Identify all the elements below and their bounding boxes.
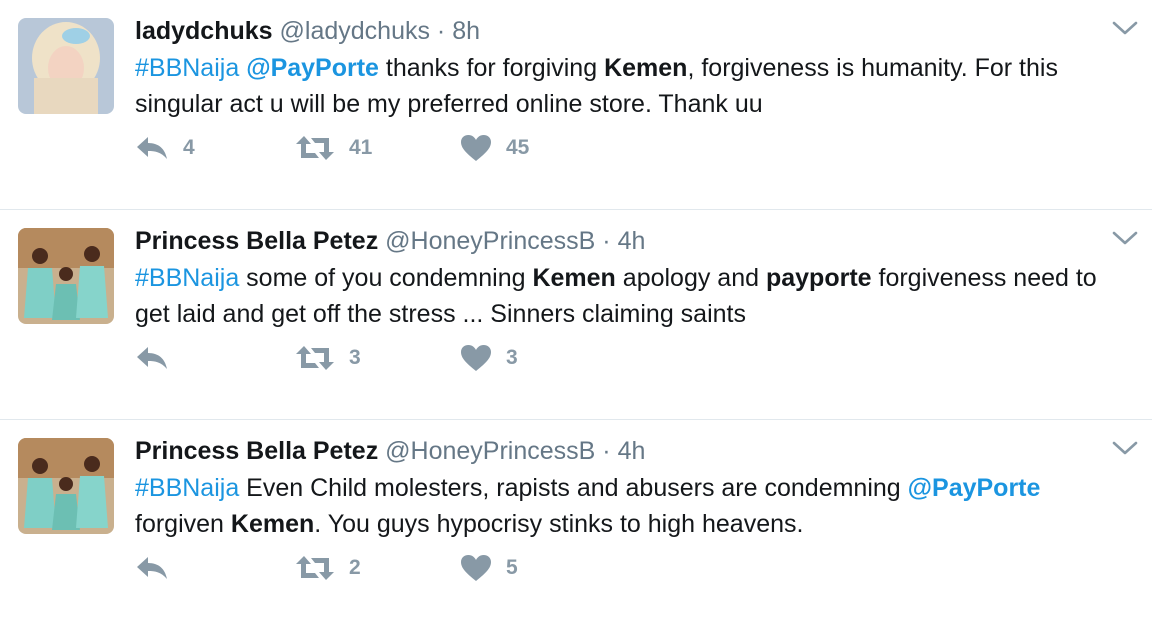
display-name[interactable]: ladydchuks xyxy=(135,17,273,45)
separator-dot: · xyxy=(602,227,618,255)
tweet-text-segment: Kemen xyxy=(532,264,616,292)
timestamp[interactable]: 4h xyxy=(618,227,646,255)
tweet-text-segment: some of you condemning xyxy=(239,264,533,292)
chevron-down-icon[interactable] xyxy=(1112,20,1138,36)
tweet-text-segment: thanks for forgiving xyxy=(378,54,605,82)
chevron-down-icon[interactable] xyxy=(1112,440,1138,456)
retweet-count: 3 xyxy=(349,346,361,369)
username[interactable]: @HoneyPrincessB xyxy=(385,227,595,255)
username[interactable]: @ladydchuks xyxy=(280,17,430,45)
avatar[interactable] xyxy=(18,228,114,324)
like-button[interactable]: 45 xyxy=(460,134,580,162)
separator-dot: · xyxy=(602,437,618,465)
hashtag-link[interactable]: #BBNaija xyxy=(135,54,239,82)
tweet-actions: 3 3 xyxy=(135,344,580,372)
reply-icon xyxy=(137,347,167,369)
like-count: 45 xyxy=(506,136,530,159)
timestamp[interactable]: 8h xyxy=(452,17,480,45)
tweet-content: ladydchuks @ladydchuks · 8h #BBNaija @Pa… xyxy=(135,14,1112,122)
retweet-button[interactable]: 3 xyxy=(295,344,460,372)
heart-icon xyxy=(461,345,491,371)
tweet-text-segment: apology and xyxy=(615,264,766,292)
hashtag-link[interactable]: #BBNaija xyxy=(135,474,239,502)
reply-icon xyxy=(137,137,167,159)
like-button[interactable]: 3 xyxy=(460,344,580,372)
timestamp[interactable]: 4h xyxy=(618,437,646,465)
retweet-icon xyxy=(296,556,334,580)
avatar[interactable] xyxy=(18,18,114,114)
retweet-count: 2 xyxy=(349,556,361,579)
tweet-actions: 4 41 45 xyxy=(135,134,580,162)
tweet-text: #BBNaija Even Child molesters, rapists a… xyxy=(135,470,1112,542)
retweet-count: 41 xyxy=(349,136,373,159)
username[interactable]: @HoneyPrincessB xyxy=(385,437,595,465)
reply-button[interactable] xyxy=(135,554,295,582)
retweet-icon xyxy=(296,136,334,160)
like-count: 3 xyxy=(506,346,518,369)
reply-button[interactable]: 4 xyxy=(135,134,295,162)
tweet[interactable]: Princess Bella Petez @HoneyPrincessB · 4… xyxy=(0,420,1152,630)
tweet-text: #BBNaija some of you condemning Kemen ap… xyxy=(135,260,1112,332)
hashtag-link[interactable]: #BBNaija xyxy=(135,264,239,292)
tweet-timeline: ladydchuks @ladydchuks · 8h #BBNaija @Pa… xyxy=(0,0,1152,630)
mention-link[interactable]: @PayPorte xyxy=(908,474,1041,502)
tweet[interactable]: ladydchuks @ladydchuks · 8h #BBNaija @Pa… xyxy=(0,0,1152,210)
tweet-header: ladydchuks @ladydchuks · 8h xyxy=(135,14,1112,48)
mention-link[interactable]: @PayPorte xyxy=(246,54,379,82)
like-button[interactable]: 5 xyxy=(460,554,580,582)
heart-icon xyxy=(461,555,491,581)
tweet-text: #BBNaija @PayPorte thanks for forgiving … xyxy=(135,50,1112,122)
tweet-header: Princess Bella Petez @HoneyPrincessB · 4… xyxy=(135,224,1112,258)
tweet-content: Princess Bella Petez @HoneyPrincessB · 4… xyxy=(135,224,1112,332)
display-name[interactable]: Princess Bella Petez xyxy=(135,227,378,255)
tweet-actions: 2 5 xyxy=(135,554,580,582)
tweet-header: Princess Bella Petez @HoneyPrincessB · 4… xyxy=(135,434,1112,468)
separator-dot: · xyxy=(436,17,453,45)
tweet-text-segment: . You guys hypocrisy stinks to high heav… xyxy=(314,510,804,538)
retweet-icon xyxy=(296,346,334,370)
retweet-button[interactable]: 2 xyxy=(295,554,460,582)
tweet-text-segment: forgiven xyxy=(135,510,231,538)
tweet-text-segment: payporte xyxy=(765,264,872,292)
tweet-text-segment: Kemen xyxy=(604,54,688,82)
retweet-button[interactable]: 41 xyxy=(295,134,460,162)
avatar[interactable] xyxy=(18,438,114,534)
tweet-text-segment: Even Child molesters, rapists and abuser… xyxy=(239,474,908,502)
like-count: 5 xyxy=(506,556,518,579)
tweet-content: Princess Bella Petez @HoneyPrincessB · 4… xyxy=(135,434,1112,542)
heart-icon xyxy=(461,135,491,161)
reply-icon xyxy=(137,557,167,579)
chevron-down-icon[interactable] xyxy=(1112,230,1138,246)
reply-button[interactable] xyxy=(135,344,295,372)
reply-count: 4 xyxy=(183,136,195,159)
tweet-text-segment: Kemen xyxy=(230,510,315,538)
display-name[interactable]: Princess Bella Petez xyxy=(135,437,378,465)
tweet[interactable]: Princess Bella Petez @HoneyPrincessB · 4… xyxy=(0,210,1152,420)
